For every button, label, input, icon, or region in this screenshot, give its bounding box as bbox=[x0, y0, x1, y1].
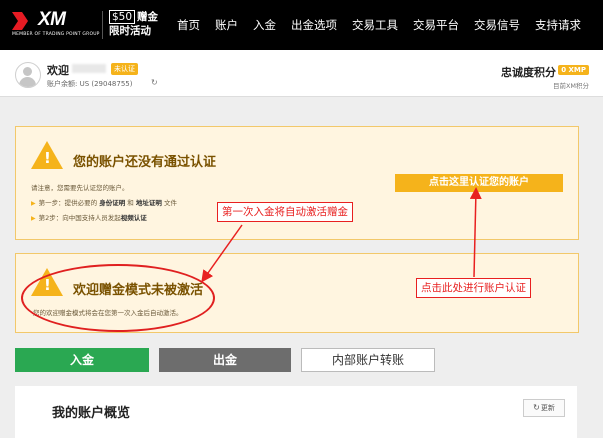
account-overview-title: 我的账户概览 bbox=[52, 406, 131, 421]
step-1-end: 文件 bbox=[163, 199, 177, 207]
main-nav: 首页 账户 入金 出金选项 交易工具 交易平台 交易信号 支持请求 bbox=[162, 17, 581, 33]
refresh-button[interactable]: ↻更新 bbox=[523, 399, 565, 417]
refresh-icon: ↻ bbox=[533, 403, 540, 412]
promo-line-1: $50 赠金 bbox=[109, 10, 159, 24]
verify-panel-title: 您的账户还没有通过认证 bbox=[73, 155, 217, 170]
step-1-proof-of-address[interactable]: 地址证明 bbox=[136, 199, 162, 207]
verify-account-button[interactable]: 点击这里认证您的账户 bbox=[395, 174, 563, 192]
nav-item-trading-signals[interactable]: 交易信号 bbox=[474, 17, 520, 33]
internal-transfer-button[interactable]: 内部账户转账 bbox=[301, 348, 435, 372]
annotation-verify-here: 点击此处进行账户认证 bbox=[416, 278, 531, 298]
account-balance: 账户余额: US (29048755) bbox=[47, 80, 133, 88]
promo-bonus-text: 赠金 bbox=[137, 11, 159, 23]
step-2-label: 第2步： bbox=[38, 214, 63, 222]
step-1-proof-of-identity[interactable]: 身份证明 bbox=[99, 199, 125, 207]
annotation-first-deposit: 第一次入金将自动激活赠金 bbox=[217, 202, 353, 222]
promo-line-2: 限时活动 bbox=[109, 25, 151, 37]
step-1-label: 第一步： bbox=[38, 199, 65, 207]
xm-logo-mark-icon bbox=[12, 12, 28, 30]
xmp-points-badge: 0 XMP bbox=[558, 65, 589, 75]
annotation-ellipse bbox=[21, 264, 215, 332]
xm-logo[interactable]: XM MEMBER OF TRADING POINT GROUP bbox=[12, 9, 99, 40]
loyalty-status: 目前XM积分 bbox=[552, 82, 589, 90]
verify-step-2: ▶ 第2步：向中国支持人员发起视频认证 bbox=[31, 212, 147, 222]
balance-refresh-icon[interactable]: ↻ bbox=[151, 78, 158, 87]
nav-item-trading-platforms[interactable]: 交易平台 bbox=[413, 17, 459, 33]
warning-exclamation-icon: ! bbox=[44, 149, 51, 167]
nav-item-home[interactable]: 首页 bbox=[177, 17, 200, 33]
step-arrow-icon: ▶ bbox=[31, 200, 36, 207]
deposit-button[interactable]: 入金 bbox=[15, 348, 149, 372]
blurred-username bbox=[72, 64, 106, 73]
logo-text: XM bbox=[38, 9, 66, 30]
nav-item-withdrawal-options[interactable]: 出金选项 bbox=[291, 17, 337, 33]
loyalty-points-title: 忠诚度积分 bbox=[501, 66, 556, 79]
promo-banner[interactable]: $50 赠金 限时活动 bbox=[102, 10, 159, 39]
nav-item-accounts[interactable]: 账户 bbox=[215, 17, 238, 33]
nav-item-deposit[interactable]: 入金 bbox=[253, 17, 276, 33]
step-2-video-verification[interactable]: 视频认证 bbox=[121, 214, 147, 222]
verify-step-1: ▶ 第一步：提供必要的 身份证明 和 地址证明 文件 bbox=[31, 197, 177, 207]
promo-amount: $50 bbox=[109, 10, 136, 24]
logo-subtitle: MEMBER OF TRADING POINT GROUP bbox=[12, 32, 100, 37]
step-2-text: 向中国支持人员发起 bbox=[62, 214, 121, 222]
step-1-text: 提供必要的 bbox=[64, 199, 98, 207]
refresh-label: 更新 bbox=[540, 404, 555, 412]
avatar-head-icon bbox=[23, 67, 32, 76]
avatar[interactable] bbox=[15, 62, 41, 88]
unverified-badge: 未认证 bbox=[111, 63, 138, 75]
account-overview-section: 我的账户概览 ↻更新 bbox=[15, 386, 577, 438]
top-nav-bar: XM MEMBER OF TRADING POINT GROUP $50 赠金 限… bbox=[0, 0, 603, 50]
step-arrow-icon: ▶ bbox=[31, 215, 36, 222]
avatar-body-icon bbox=[19, 77, 36, 87]
nav-item-support[interactable]: 支持请求 bbox=[535, 17, 581, 33]
welcome-text: 欢迎 bbox=[47, 64, 69, 77]
withdraw-button[interactable]: 出金 bbox=[159, 348, 291, 372]
nav-item-trading-tools[interactable]: 交易工具 bbox=[352, 17, 398, 33]
step-1-and: 和 bbox=[127, 199, 134, 207]
verify-panel-note: 请注意，您需要先认证您的账户。 bbox=[31, 184, 129, 192]
